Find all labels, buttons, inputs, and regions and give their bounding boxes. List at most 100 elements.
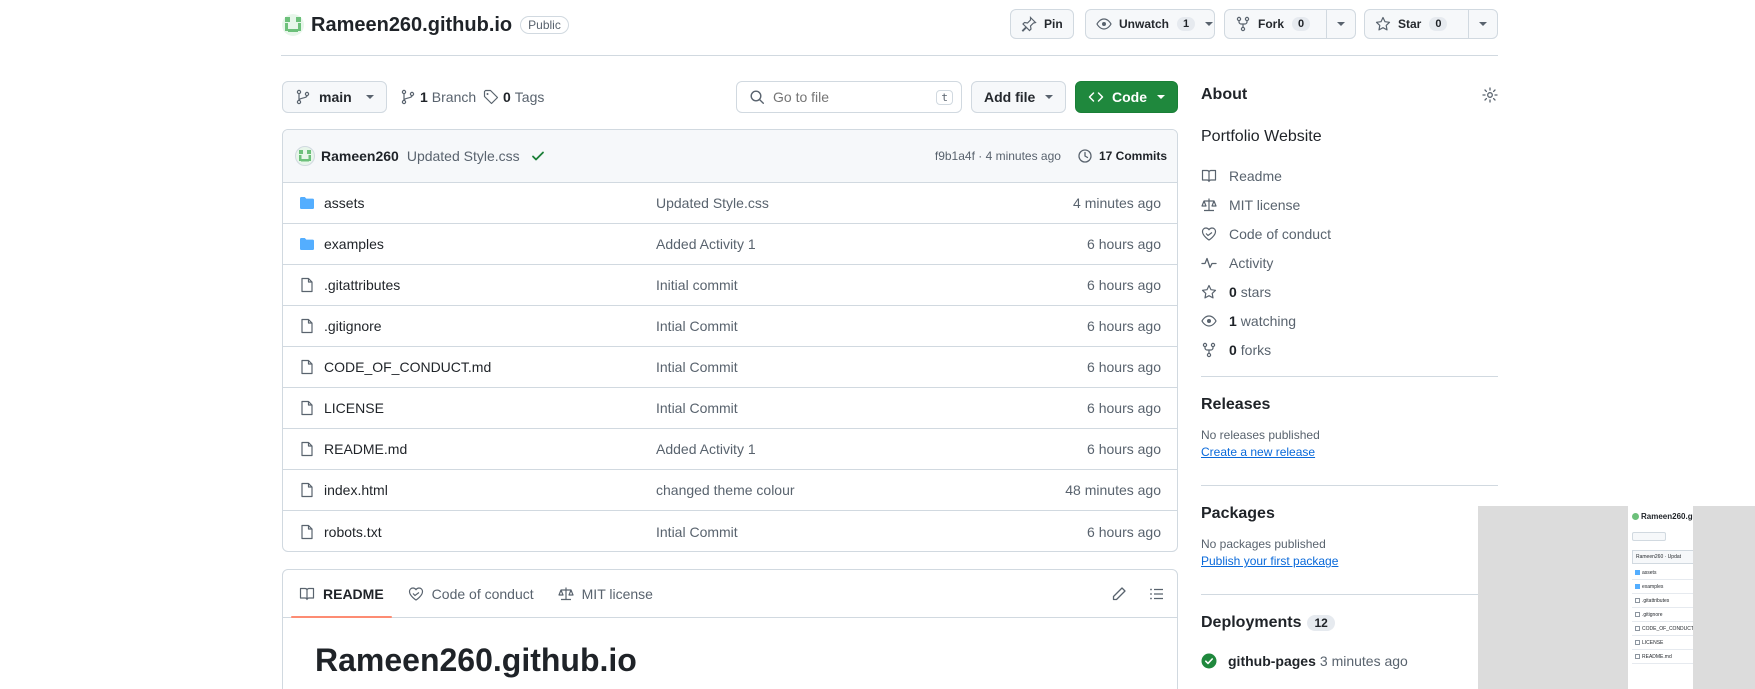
avatar[interactable]	[295, 146, 315, 166]
search-input[interactable]	[773, 89, 937, 105]
tab-readme[interactable]: README	[291, 570, 392, 618]
repo-name-link[interactable]: Rameen260.github.io	[311, 14, 512, 37]
code-of-conduct-link-label: Code of conduct	[1229, 225, 1331, 242]
file-icon	[1635, 654, 1640, 659]
fork-button[interactable]: Fork 0	[1224, 9, 1356, 39]
chevron-down-icon[interactable]	[1205, 22, 1214, 26]
branches-label: Branch	[431, 89, 477, 105]
file-row[interactable]: .gitignore Intial Commit 6 hours ago	[283, 306, 1177, 347]
commit-hash-time[interactable]: f9b1a4f · 4 minutes ago	[935, 149, 1061, 163]
tab-code-of-conduct-label: Code of conduct	[431, 585, 534, 602]
file-name-link[interactable]: LICENSE	[324, 400, 384, 416]
file-commit-message-link[interactable]: Initial commit	[656, 277, 738, 293]
file-icon	[301, 400, 313, 416]
file-browser: Rameen260 Updated Style.css f9b1a4f · 4 …	[282, 129, 1178, 552]
deployments-title[interactable]: Deployments	[1201, 614, 1301, 632]
releases-title[interactable]: Releases	[1201, 396, 1498, 414]
file-icon	[301, 482, 313, 498]
file-name-link[interactable]: .gitignore	[324, 318, 382, 334]
file-commit-message-link[interactable]: Intial Commit	[656, 524, 738, 540]
star-label: Star	[1398, 17, 1422, 31]
add-file-button[interactable]: Add file	[971, 81, 1066, 113]
file-icon	[301, 524, 313, 539]
file-name-link[interactable]: README.md	[324, 441, 407, 457]
law-icon	[1201, 198, 1217, 211]
thumbnail-page: Rameen260.git Rameen260 · Updat assets ex…	[1628, 506, 1693, 689]
readme-link[interactable]: Readme	[1201, 161, 1498, 190]
packages-title[interactable]: Packages	[1201, 505, 1498, 523]
branch-select[interactable]: main	[282, 81, 387, 113]
file-name-link[interactable]: .gitattributes	[324, 277, 400, 293]
star-button[interactable]: Star 0	[1364, 9, 1498, 39]
file-age: 6 hours ago	[1087, 359, 1161, 375]
page-thumbnail-preview[interactable]: Rameen260.git Rameen260 · Updat assets ex…	[1478, 506, 1755, 689]
file-row[interactable]: robots.txt Intial Commit 6 hours ago	[283, 511, 1177, 551]
file-row[interactable]: LICENSE Intial Commit 6 hours ago	[283, 388, 1177, 429]
branch-icon	[296, 89, 310, 105]
license-link[interactable]: MIT license	[1201, 190, 1498, 219]
pin-label: Pin	[1044, 17, 1063, 31]
tab-license[interactable]: MIT license	[550, 570, 661, 617]
forks-link[interactable]: 0 forks	[1201, 335, 1498, 364]
deployment-item: github-pages 3 minutes ago	[1201, 653, 1498, 669]
stars-link[interactable]: 0 stars	[1201, 277, 1498, 306]
file-icon	[301, 318, 313, 334]
file-row[interactable]: CODE_OF_CONDUCT.md Intial Commit 6 hours a…	[283, 347, 1177, 388]
file-commit-message-link[interactable]: Intial Commit	[656, 359, 738, 375]
fork-icon	[1202, 342, 1216, 357]
file-commit-message-link[interactable]: Added Activity 1	[656, 441, 756, 457]
file-row[interactable]: index.html changed theme colour 48 minutes…	[283, 470, 1177, 511]
file-commit-message-link[interactable]: Intial Commit	[656, 318, 738, 334]
file-name-link[interactable]: CODE_OF_CONDUCT.md	[324, 359, 491, 375]
unwatch-label: Unwatch	[1119, 17, 1170, 31]
code-of-conduct-link[interactable]: Code of conduct	[1201, 219, 1498, 248]
file-name-link[interactable]: robots.txt	[324, 524, 382, 540]
fork-label: Fork	[1258, 17, 1285, 31]
file-row[interactable]: .gitattributes Initial commit 6 hours ago	[283, 265, 1177, 306]
star-dropdown[interactable]	[1468, 10, 1497, 38]
file-commit-message-link[interactable]: Updated Style.css	[656, 195, 769, 211]
thumbnail-row-label: assets	[1642, 570, 1657, 576]
commit-author-link[interactable]: Rameen260	[321, 148, 399, 164]
file-commit-message-link[interactable]: changed theme colour	[656, 482, 795, 498]
thumbnail-branch-button	[1632, 532, 1666, 541]
search-shortcut-hint: t	[936, 89, 953, 105]
unwatch-button[interactable]: Unwatch 1	[1085, 9, 1215, 39]
file-name-link[interactable]: assets	[324, 195, 364, 211]
branches-link[interactable]: 1 Branch	[400, 89, 476, 105]
stars-count: 0	[1229, 283, 1237, 300]
file-row[interactable]: assets Updated Style.css 4 minutes ago	[283, 183, 1177, 224]
star-icon	[1375, 16, 1391, 31]
file-commit-message-link[interactable]: Intial Commit	[656, 400, 738, 416]
about-title: About	[1201, 86, 1248, 103]
edit-readme-button[interactable]	[1107, 582, 1131, 606]
tags-link[interactable]: 0 Tags	[483, 89, 544, 105]
commit-message-link[interactable]: Updated Style.css	[407, 148, 520, 164]
pin-button[interactable]: Pin	[1010, 9, 1074, 39]
create-release-link[interactable]: Create a new release	[1201, 445, 1498, 459]
file-name-link[interactable]: index.html	[324, 482, 388, 498]
thumbnail-row: LICENSE	[1632, 636, 1693, 650]
fork-dropdown[interactable]	[1326, 10, 1355, 38]
activity-link[interactable]: Activity	[1201, 248, 1498, 277]
check-icon[interactable]	[530, 148, 546, 164]
go-to-file-search[interactable]: t	[736, 81, 962, 113]
watching-link[interactable]: 1 watching	[1201, 306, 1498, 335]
gear-icon[interactable]	[1482, 87, 1498, 103]
publish-package-link[interactable]: Publish your first package	[1201, 554, 1498, 568]
code-of-conduct-icon	[1201, 226, 1217, 241]
thumbnail-file-list: assets examples .gitattributes .gitignore CO…	[1632, 566, 1693, 664]
star-count: 0	[1429, 17, 1448, 31]
tags-label: Tags	[514, 89, 545, 105]
file-row[interactable]: examples Added Activity 1 6 hours ago	[283, 224, 1177, 265]
file-row[interactable]: README.md Added Activity 1 6 hours ago	[283, 429, 1177, 470]
tab-code-of-conduct[interactable]: Code of conduct	[400, 570, 542, 617]
code-button[interactable]: Code	[1075, 81, 1178, 113]
file-name-link[interactable]: examples	[324, 236, 384, 252]
fork-count: 0	[1292, 17, 1311, 31]
deployment-env-link[interactable]: github-pages	[1228, 653, 1316, 669]
outline-button[interactable]	[1145, 582, 1169, 606]
file-icon	[301, 441, 313, 457]
commits-history-link[interactable]: 17 Commits	[1077, 148, 1167, 164]
file-commit-message-link[interactable]: Added Activity 1	[656, 236, 756, 252]
